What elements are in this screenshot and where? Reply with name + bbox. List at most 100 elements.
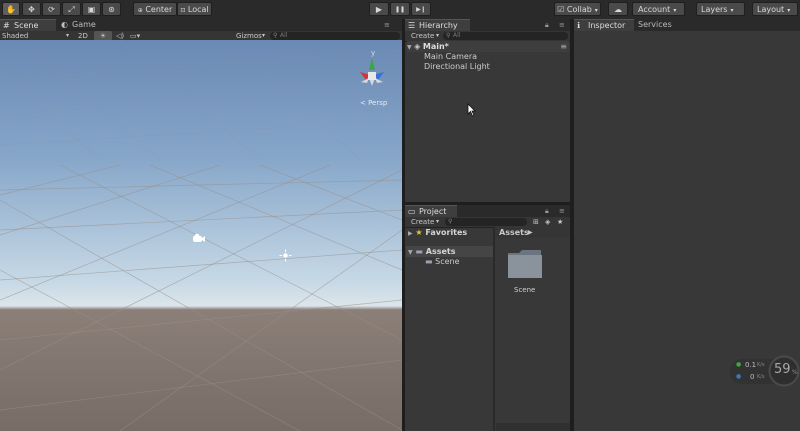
account-label: Account [638,5,671,14]
perf-overlay: ● 0.1 K/s ● 0 K/s 59 % [730,353,800,389]
project-tabbar: ▭ Project 🔒︎ ≡ [405,205,570,217]
perf-unit: % [792,369,798,376]
orientation-gizmo[interactable]: y [352,48,392,100]
project-create-dropdown[interactable]: Create [411,217,434,227]
chevron-down-icon: ▾ [594,7,598,14]
light-icon[interactable] [279,249,292,262]
download-icon: ● [736,373,742,380]
space-label: Local [187,5,209,14]
panel-menu-icon[interactable]: ≡ [384,21,390,29]
tab-scene[interactable]: # Scene [0,19,56,31]
layout-dropdown[interactable]: Layout ▾ [752,2,798,16]
inspector-tabbar: ℹ Inspector Services [574,19,800,31]
tab-services[interactable]: Services [634,19,684,31]
panel-menu-icon[interactable]: ≡ [559,21,565,29]
grid-item-label: Scene [514,286,536,294]
panel-menu-icon[interactable]: ≡ [559,207,565,215]
step-icon: ▶❙ [416,6,426,13]
favorite-star-icon[interactable]: ★ [557,217,563,227]
breadcrumb[interactable]: Assets [499,227,529,238]
expand-arrow-icon[interactable]: ▶ [408,230,413,237]
hierarchy-tabbar: ☰ Hierarchy 🔒︎ ≡ [405,19,570,31]
hierarchy-item-directional-light[interactable]: Directional Light [424,61,490,72]
transform-tool-icon: ⊛ [108,5,115,14]
cloud-button[interactable]: ☁ [608,2,628,16]
project-search-input[interactable]: ⚲ [445,218,527,226]
layout-label: Layout [757,5,785,14]
move-tool-icon: ✥ [28,5,35,14]
favorites-label: Favorites [425,228,468,237]
search-icon: ⚲ [448,218,453,225]
folder-icon: ▬ [415,247,423,256]
expand-arrow-icon[interactable]: ▼ [408,249,413,256]
tab-services-label: Services [638,20,672,29]
main-toolbar: ✋ ✥ ⟳ ⤢ ▣ ⊛ ⊕ Center ⊡ Local ▶ ❚❚ ▶❙ ☑ C… [0,0,800,20]
scene-tabbar: # Scene ◐ Game ≡ [0,19,402,31]
scene-row-menu-icon[interactable]: ≡ [560,41,567,52]
lock-icon[interactable]: 🔒︎ [545,207,549,216]
download-unit: K/s [757,374,765,380]
hand-tool-icon: ✋ [6,5,16,14]
grid-folder-icon[interactable] [507,249,543,279]
scene-viewport[interactable]: y < Persp [0,40,402,431]
pivot-center-toggle[interactable]: ⊕ Center [133,2,177,16]
scale-tool-button[interactable]: ⤢ [62,2,81,16]
upload-value: 0.1 [745,361,757,369]
play-icon: ▶ [375,5,383,14]
project-favorites-row[interactable]: ▶ ★ Favorites [408,227,467,238]
scene-search-input[interactable]: ⚲ All [270,32,400,40]
mouse-cursor-icon [467,103,476,117]
tab-hierarchy[interactable]: ☰ Hierarchy [405,19,470,31]
tab-game[interactable]: ◐ Game [58,19,108,31]
chevron-down-icon: ▾ [730,7,734,14]
rect-tool-button[interactable]: ▣ [82,2,101,16]
local-icon: ⊡ [180,7,186,14]
chevron-down-icon: ▾ [436,32,440,39]
hierarchy-search-input[interactable]: ⚲ All [443,32,568,40]
layers-label: Layers [701,5,728,14]
star-icon: ★ [415,228,423,237]
scene-search-placeholder: All [280,32,288,39]
project-split-divider[interactable] [493,227,495,431]
upload-unit: K/s [757,362,765,368]
persp-label[interactable]: < Persp [360,99,387,107]
rotate-tool-button[interactable]: ⟳ [42,2,61,16]
account-dropdown[interactable]: Account ▾ [632,2,685,16]
game-icon: ◐ [61,20,68,29]
assets-label: Assets [425,247,456,256]
collab-dropdown[interactable]: ☑ Collab ▾ [554,2,601,16]
rect-tool-icon: ▣ [87,5,96,14]
move-tool-button[interactable]: ✥ [22,2,41,16]
tree-item-label: Scene [435,257,460,266]
search-icon: ⚲ [446,32,451,39]
step-button[interactable]: ▶❙ [411,2,431,16]
project-breadcrumb-bar: Assets ▶ [495,227,570,238]
chevron-right-icon: ▶ [528,229,533,236]
unity-scene-icon: ◈ [414,42,421,51]
camera-icon[interactable] [192,233,206,243]
filter-by-type-icon[interactable]: ⊞ [533,217,539,227]
transform-tool-button[interactable]: ⊛ [102,2,121,16]
lock-icon[interactable]: 🔒︎ [545,21,549,30]
scale-tool-icon: ⤢ [68,5,75,14]
rotate-tool-icon: ⟳ [48,5,55,14]
expand-arrow-icon[interactable]: ▼ [407,44,412,51]
play-button[interactable]: ▶ [369,2,389,16]
gizmo-axis-y-label: y [371,49,375,57]
folder-icon: ▬ [425,257,433,266]
tab-project[interactable]: ▭ Project [405,205,457,217]
filter-by-label-icon[interactable]: ◈ [545,217,550,227]
pivot-local-toggle[interactable]: ⊡ Local [177,2,212,16]
pause-button[interactable]: ❚❚ [390,2,410,16]
tab-inspector[interactable]: ℹ Inspector [574,19,634,31]
project-tree-item-scene[interactable]: ▬ Scene [425,256,460,267]
chevron-down-icon: ▾ [436,218,440,225]
search-icon: ⚲ [273,32,278,39]
project-footer-bar [496,423,570,431]
upload-icon: ● [736,361,742,368]
download-value: 0 [750,373,755,381]
hierarchy-create-dropdown[interactable]: Create [411,31,434,41]
info-icon: ℹ [577,21,581,30]
hand-tool-button[interactable]: ✋ [2,2,20,16]
layers-dropdown[interactable]: Layers ▾ [696,2,745,16]
